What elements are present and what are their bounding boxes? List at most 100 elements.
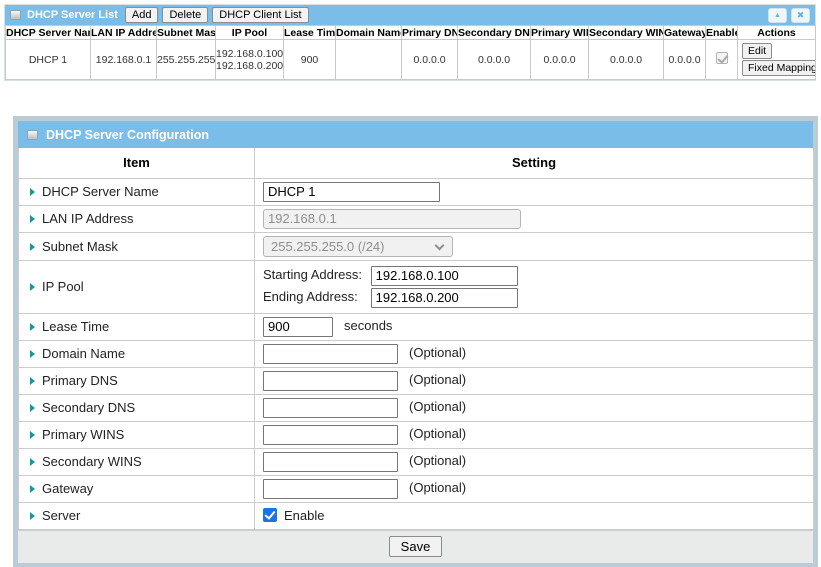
item-label-secondary-dns: Secondary DNS (19, 394, 255, 421)
server-enable-label: Enable (284, 508, 324, 523)
col-primary-wins: Primary WINS (531, 26, 589, 40)
optional-hint: (Optional) (409, 372, 466, 387)
item-label-server-name: DHCP Server Name (19, 178, 255, 205)
config-panel-title: DHCP Server Configuration (46, 128, 209, 142)
cell-secondary-wins: 0.0.0.0 (589, 40, 664, 80)
row-lease-time: Lease Time seconds (19, 313, 814, 340)
col-lease-time: Lease Time (284, 26, 336, 40)
col-primary-dns: Primary DNS (402, 26, 458, 40)
cell-subnet-mask: 255.255.255.0 (157, 40, 216, 80)
ending-address-label: Ending Address: (263, 289, 367, 304)
col-gateway: Gateway (664, 26, 706, 40)
lease-time-unit: seconds (344, 318, 392, 333)
enable-checkbox-disabled (716, 52, 728, 64)
item-label-ip-pool: IP Pool (19, 260, 255, 313)
dhcp-server-configuration-table: Item Setting DHCP Server Name LAN IP Add… (18, 148, 814, 530)
item-label-primary-dns: Primary DNS (19, 367, 255, 394)
row-secondary-wins: Secondary WINS (Optional) (19, 448, 814, 475)
starting-address-input[interactable] (371, 266, 518, 286)
add-button[interactable]: Add (125, 7, 159, 23)
optional-hint: (Optional) (409, 399, 466, 414)
cell-primary-dns: 0.0.0.0 (402, 40, 458, 80)
col-setting: Setting (255, 148, 814, 178)
item-label-lease-time: Lease Time (19, 313, 255, 340)
ip-pool-start: 192.168.0.100- (216, 48, 283, 60)
primary-dns-input[interactable] (263, 371, 398, 391)
dhcp-server-list-table: DHCP Server Name LAN IP Address Subnet M… (5, 25, 816, 80)
panel-icon (27, 130, 38, 140)
collapse-panel-icon[interactable]: ▲ (768, 8, 787, 23)
primary-wins-input[interactable] (263, 425, 398, 445)
cell-domain-name (336, 40, 402, 80)
lease-time-input[interactable] (263, 317, 333, 337)
chevron-down-icon (435, 240, 445, 250)
list-panel-titlebar: DHCP Server List Add Delete DHCP Client … (5, 5, 815, 25)
row-lan-ip-address: LAN IP Address (19, 205, 814, 232)
item-arrow-icon (30, 404, 35, 412)
secondary-wins-input[interactable] (263, 452, 398, 472)
row-server: Server Enable (19, 502, 814, 529)
row-gateway: Gateway (Optional) (19, 475, 814, 502)
ip-pool-end: 192.168.0.200 (216, 60, 283, 72)
delete-button[interactable]: Delete (162, 7, 208, 23)
item-label-subnet-mask: Subnet Mask (19, 232, 255, 260)
optional-hint: (Optional) (409, 453, 466, 468)
fixed-mapping-button[interactable]: Fixed Mapping (742, 60, 816, 76)
list-header-row: DHCP Server Name LAN IP Address Subnet M… (6, 26, 816, 40)
domain-name-input[interactable] (263, 344, 398, 364)
lan-ip-address-input (263, 209, 521, 229)
dhcp-server-name-input[interactable] (263, 182, 440, 202)
item-arrow-icon (30, 377, 35, 385)
config-footer: Save (18, 530, 813, 563)
col-domain-name: Domain Name (336, 26, 402, 40)
item-label-server: Server (19, 502, 255, 529)
save-button[interactable]: Save (389, 536, 443, 557)
item-arrow-icon (30, 215, 35, 223)
item-arrow-icon (30, 512, 35, 520)
panel-icon (10, 10, 21, 20)
item-label-secondary-wins: Secondary WINS (19, 448, 255, 475)
item-label-lan-ip: LAN IP Address (19, 205, 255, 232)
item-arrow-icon (30, 188, 35, 196)
edit-button[interactable]: Edit (742, 43, 772, 59)
item-label-primary-wins: Primary WINS (19, 421, 255, 448)
item-arrow-icon (30, 431, 35, 439)
item-label-gateway: Gateway (19, 475, 255, 502)
cell-server-name: DHCP 1 (6, 40, 91, 80)
optional-hint: (Optional) (409, 480, 466, 495)
dhcp-client-list-button[interactable]: DHCP Client List (212, 7, 308, 23)
gateway-input[interactable] (263, 479, 398, 499)
row-domain-name: Domain Name (Optional) (19, 340, 814, 367)
optional-hint: (Optional) (409, 345, 466, 360)
server-enable-checkbox[interactable] (263, 508, 277, 522)
config-panel-titlebar: DHCP Server Configuration (18, 121, 813, 148)
item-arrow-icon (30, 458, 35, 466)
col-secondary-dns: Secondary DNS (458, 26, 531, 40)
list-panel-title: DHCP Server List (27, 9, 118, 21)
item-arrow-icon (30, 323, 35, 331)
cell-secondary-dns: 0.0.0.0 (458, 40, 531, 80)
col-item: Item (19, 148, 255, 178)
row-subnet-mask: Subnet Mask 255.255.255.0 (/24) (19, 232, 814, 260)
optional-hint: (Optional) (409, 426, 466, 441)
item-arrow-icon (30, 283, 35, 291)
item-arrow-icon (30, 485, 35, 493)
ending-address-input[interactable] (371, 288, 518, 308)
cell-enable (706, 40, 738, 80)
secondary-dns-input[interactable] (263, 398, 398, 418)
col-enable: Enable (706, 26, 738, 40)
item-arrow-icon (30, 243, 35, 251)
item-arrow-icon (30, 350, 35, 358)
table-row: DHCP 1 192.168.0.1 255.255.255.0 192.168… (6, 40, 816, 80)
cell-lease-time: 900 (284, 40, 336, 80)
dhcp-server-list-panel: DHCP Server List Add Delete DHCP Client … (4, 4, 816, 81)
row-ip-pool: IP Pool Starting Address: Ending Address… (19, 260, 814, 313)
col-ip-pool: IP Pool (216, 26, 284, 40)
cell-gateway: 0.0.0.0 (664, 40, 706, 80)
row-primary-dns: Primary DNS (Optional) (19, 367, 814, 394)
subnet-mask-select: 255.255.255.0 (/24) (263, 236, 453, 257)
row-dhcp-server-name: DHCP Server Name (19, 178, 814, 205)
close-panel-icon[interactable]: ✖ (791, 8, 810, 23)
cell-actions: Edit Fixed Mapping (738, 40, 816, 80)
col-subnet-mask: Subnet Mask (157, 26, 216, 40)
